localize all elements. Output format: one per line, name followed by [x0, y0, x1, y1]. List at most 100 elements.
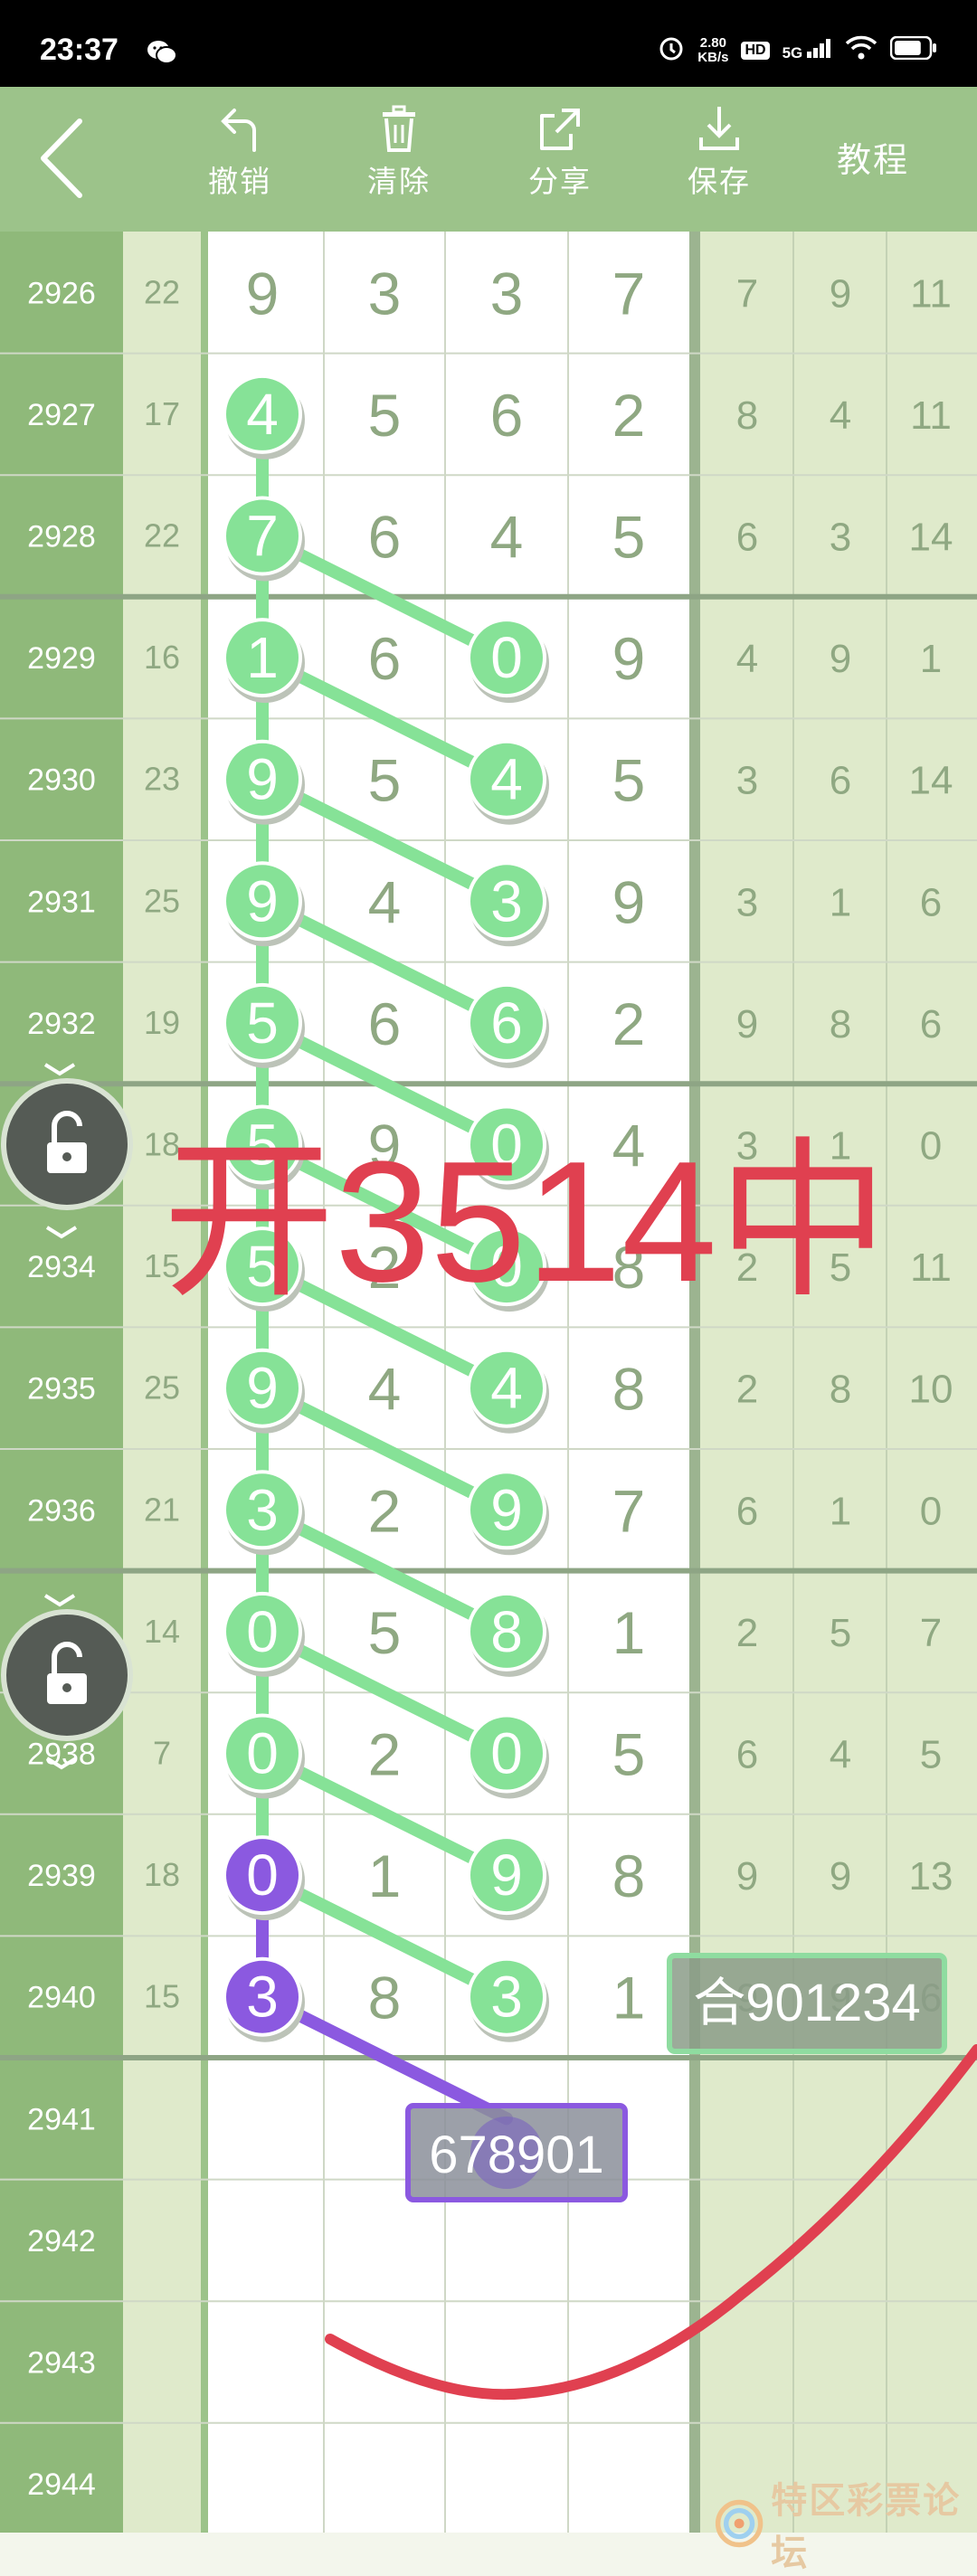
digit-cell[interactable]: 2	[368, 1477, 402, 1544]
digit-ball-green[interactable]: 9	[467, 1835, 549, 1921]
digit-cell[interactable]: 8	[612, 1356, 646, 1423]
clear-button[interactable]: 清除	[340, 103, 458, 201]
digit-ball-green[interactable]: 3	[467, 1956, 549, 2042]
digit-cell[interactable]: 5	[612, 504, 646, 571]
digit-cell[interactable]: 4	[490, 504, 524, 571]
digit-cell[interactable]: 8	[368, 1965, 402, 2031]
back-button[interactable]	[36, 118, 87, 204]
digit-ball-green[interactable]: 7	[223, 496, 305, 582]
digit-ball-green[interactable]: 4	[467, 739, 549, 825]
digit-cell[interactable]: 2	[612, 990, 646, 1057]
digit-cell[interactable]: 4	[368, 1356, 402, 1423]
digit-cell[interactable]: 5	[612, 747, 646, 814]
sum-value: 17	[144, 395, 180, 432]
digit-cell[interactable]: 5	[612, 1721, 646, 1788]
issue-number: 2929	[27, 641, 96, 676]
sum-value: 21	[144, 1491, 180, 1528]
status-bar: 23:37 2.80 KB/s HD 5G	[0, 0, 977, 87]
digit-cell[interactable]: 5	[368, 382, 402, 449]
network-label: 5G	[782, 44, 803, 62]
extra-value: 13	[909, 1854, 953, 1899]
digit-ball-green[interactable]: 6	[467, 982, 549, 1068]
digit-cell[interactable]: 5	[368, 1599, 402, 1666]
digit-ball-purple[interactable]: 3	[223, 1956, 305, 2042]
digit-ball-green[interactable]: 9	[467, 1470, 549, 1556]
save-button[interactable]: 保存	[660, 103, 778, 201]
extra-value: 11	[910, 271, 952, 316]
digit-ball-green[interactable]: 4	[467, 1348, 549, 1434]
sum-box-text: 合901234	[693, 1974, 921, 2032]
ball-digit: 3	[246, 1965, 279, 2030]
lock-keyhole	[62, 1683, 71, 1692]
ball-digit: 9	[246, 1356, 279, 1421]
digit-cell[interactable]: 2	[368, 1721, 402, 1788]
undo-icon	[221, 109, 256, 152]
digit-cell[interactable]: 9	[612, 625, 646, 692]
share-button[interactable]: 分享	[501, 103, 619, 201]
issue-number: 2931	[27, 885, 96, 919]
extra-value: 3	[830, 516, 851, 560]
ball-digit: 3	[490, 1965, 523, 2030]
net-speed-value: 2.80	[699, 34, 726, 51]
digit-cell[interactable]: 4	[368, 868, 402, 935]
digit-cell[interactable]: 6	[368, 504, 402, 571]
undo-label: 撤销	[208, 165, 271, 198]
digit-cell[interactable]: 9	[246, 260, 280, 327]
digit-cell[interactable]: 3	[490, 260, 524, 327]
share-label: 分享	[528, 165, 592, 198]
issue-number: 2944	[27, 2467, 96, 2502]
sum-value: 19	[144, 1004, 180, 1041]
net-speed-unit: KB/s	[697, 49, 729, 65]
digit-ball-green[interactable]: 9	[223, 861, 305, 947]
tutorial-button[interactable]: 教程	[837, 132, 909, 182]
digit-ball-green[interactable]: 0	[467, 1713, 549, 1799]
ball-digit: 9	[246, 747, 279, 812]
digit-cell[interactable]: 5	[368, 747, 402, 814]
digit-cell[interactable]: 7	[612, 260, 646, 327]
extra-value: 9	[830, 271, 851, 316]
digit-ball-green[interactable]: 8	[467, 1591, 549, 1677]
extra-value: 6	[736, 1489, 758, 1533]
undo-button[interactable]: 撤销	[181, 103, 299, 201]
ball-digit: 7	[246, 504, 279, 569]
digit-ball-green[interactable]: 0	[223, 1713, 305, 1799]
extra-value: 0	[920, 1124, 942, 1169]
digit-cell[interactable]: 8	[612, 1842, 646, 1909]
extra-value: 9	[830, 1854, 851, 1899]
digit-cell[interactable]: 1	[612, 1965, 646, 2031]
digit-ball-green[interactable]: 4	[223, 374, 305, 459]
ball-digit: 3	[490, 868, 523, 933]
digit-cell[interactable]: 3	[368, 260, 402, 327]
digit-ball-green[interactable]: 9	[223, 1348, 305, 1434]
ball-digit: 4	[246, 382, 279, 447]
sum-value: 16	[144, 639, 180, 676]
pick-box[interactable]: 678901	[405, 2103, 628, 2202]
digit-ball-green[interactable]: 3	[467, 861, 549, 947]
digit-ball-green[interactable]: 0	[467, 618, 549, 704]
digit-cell[interactable]: 7	[612, 1477, 646, 1544]
digit-cell[interactable]: 6	[368, 625, 402, 692]
digit-cell[interactable]: 2	[612, 382, 646, 449]
sum-box[interactable]: 合901234	[667, 1953, 947, 2054]
digit-ball-green[interactable]: 9	[223, 739, 305, 825]
digit-cell[interactable]: 6	[490, 382, 524, 449]
digit-cell[interactable]: 9	[612, 868, 646, 935]
sum-value: 25	[144, 1369, 180, 1406]
digit-cell[interactable]: 1	[368, 1842, 402, 1909]
extra-value: 1	[830, 1489, 851, 1533]
digit-ball-green[interactable]: 5	[223, 982, 305, 1068]
digit-ball-purple[interactable]: 0	[223, 1835, 305, 1921]
ball-digit: 9	[246, 868, 279, 933]
ball-digit: 4	[490, 1356, 523, 1421]
digit-ball-green[interactable]: 1	[223, 618, 305, 704]
ball-digit: 0	[246, 1842, 279, 1908]
digit-ball-green[interactable]: 3	[223, 1470, 305, 1556]
digit-cell[interactable]: 1	[612, 1599, 646, 1666]
issue-number: 2936	[27, 1493, 96, 1528]
swirl-logo-icon	[715, 2499, 764, 2548]
save-label: 保存	[688, 165, 751, 198]
trend-grid[interactable]: 471 09 49 35 65 05 09 43 90 80 00 93 3 2926 22 9 3 3 7 7 9 1…	[0, 232, 977, 2533]
digit-cell[interactable]: 6	[368, 990, 402, 1057]
digit-ball-green[interactable]: 0	[223, 1591, 305, 1677]
toolbar: 撤销 清除 分享 保存 教程	[0, 87, 977, 232]
